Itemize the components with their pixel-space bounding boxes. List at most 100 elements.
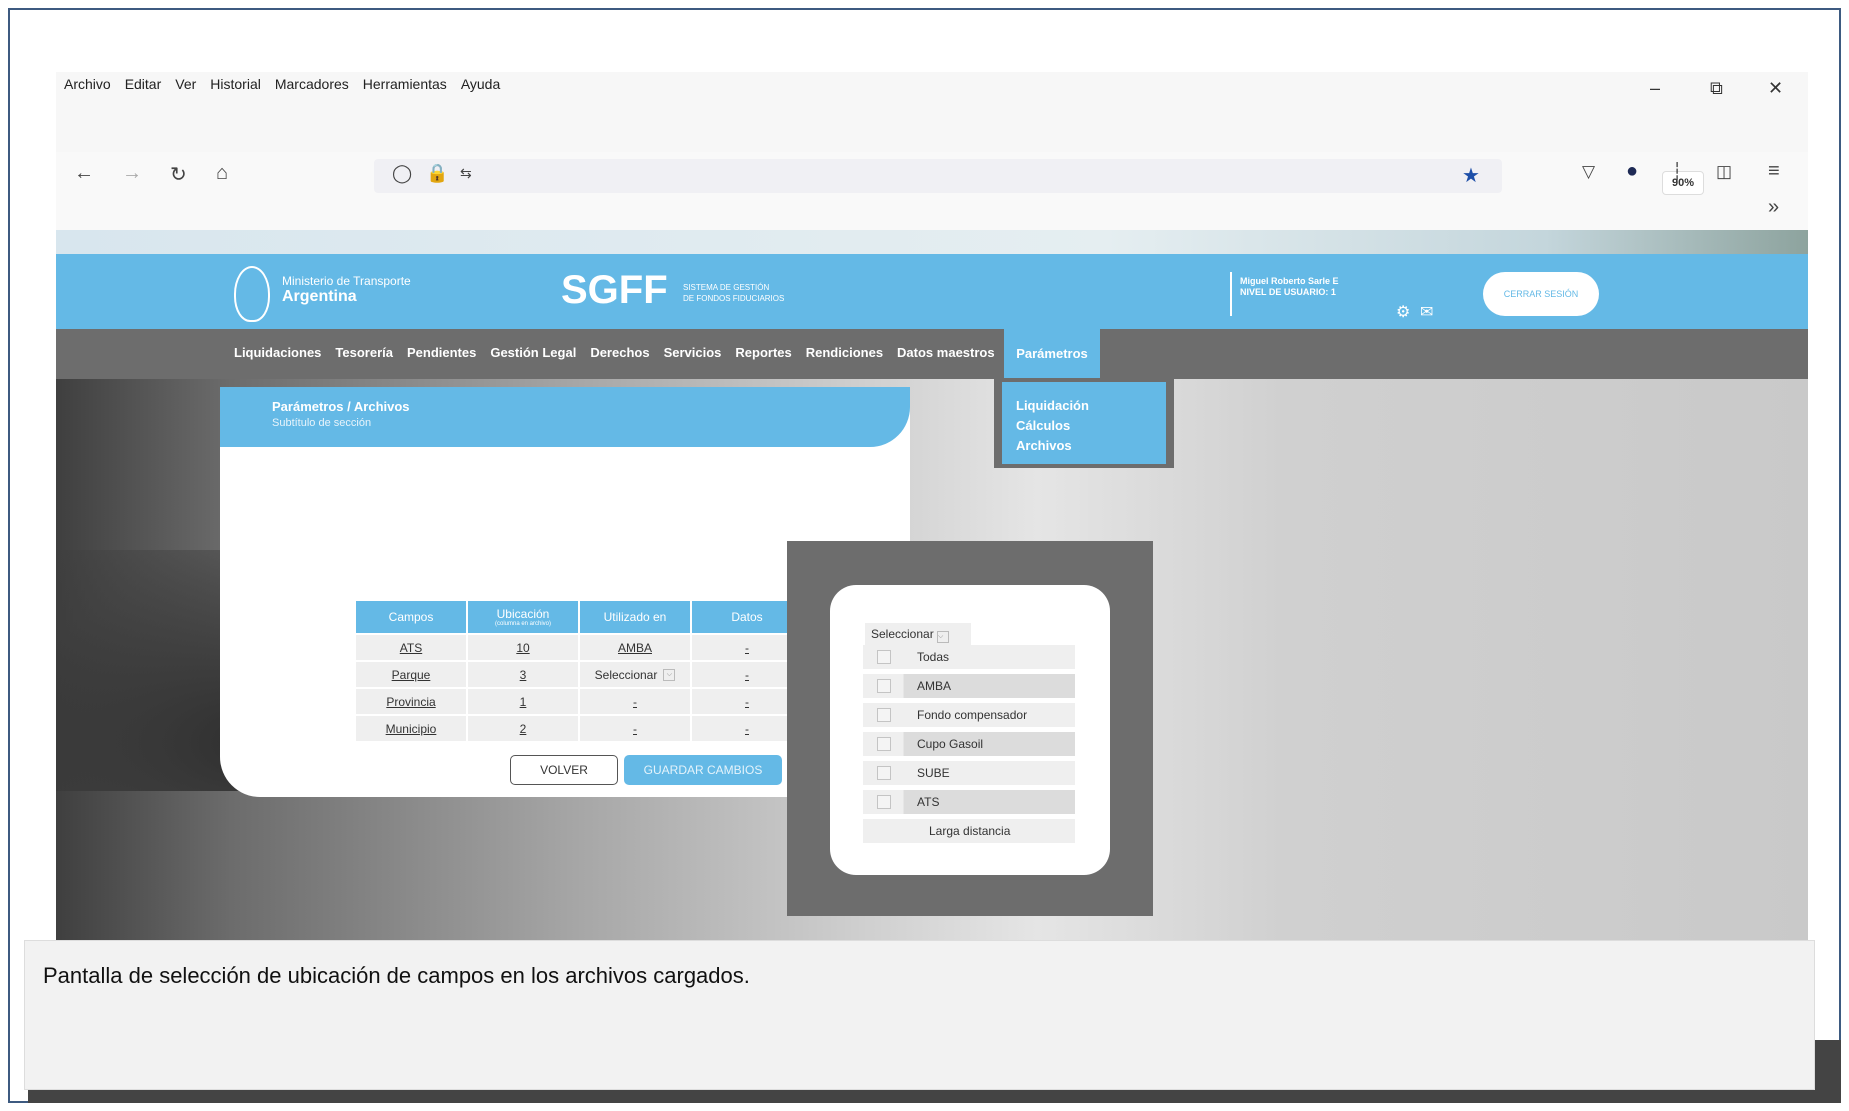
checkbox[interactable] — [877, 650, 891, 664]
used-in-link[interactable]: - — [633, 722, 637, 736]
library-icon[interactable]: ┆ — [1672, 162, 1682, 182]
used-in-cell[interactable]: AMBA — [580, 635, 690, 660]
used-in-dropdown[interactable]: Seleccionar ⌵ — [595, 668, 676, 682]
back-button[interactable]: VOLVER — [510, 755, 618, 785]
close-icon[interactable]: ✕ — [1768, 78, 1783, 99]
data-cell[interactable]: - — [692, 635, 802, 660]
used-in-link[interactable]: - — [633, 695, 637, 709]
header-campos: Campos — [356, 601, 466, 633]
reload-icon[interactable]: ↻ — [170, 162, 187, 187]
save-changes-button[interactable]: GUARDAR CAMBIOS — [624, 755, 782, 785]
menu-archivo[interactable]: Archivo — [64, 76, 111, 92]
option-larga-distancia[interactable]: Larga distancia — [863, 819, 1075, 843]
menu-editar[interactable]: Editar — [125, 76, 162, 92]
url-bar[interactable]: ◯ 🔒 ⇆ 90% ★ — [374, 159, 1704, 195]
account-icon[interactable]: ● — [1626, 160, 1638, 183]
data-link[interactable]: - — [745, 668, 749, 682]
location-link[interactable]: 10 — [516, 641, 529, 655]
option-amba[interactable]: AMBA — [863, 674, 1075, 698]
nav-datos-maestros[interactable]: Datos maestros — [897, 345, 995, 360]
nav-rendiciones[interactable]: Rendiciones — [806, 345, 883, 360]
option-todas[interactable]: Todas — [863, 645, 1075, 669]
field-cell[interactable]: Municipio — [356, 716, 466, 741]
field-cell[interactable]: Provincia — [356, 689, 466, 714]
nav-derechos[interactable]: Derechos — [590, 345, 649, 360]
card-body-curve — [220, 447, 910, 507]
location-link[interactable]: 3 — [520, 668, 527, 682]
header-background — [56, 230, 1808, 254]
location-cell[interactable]: 2 — [468, 716, 578, 741]
checkbox[interactable] — [877, 679, 891, 693]
data-link[interactable]: - — [745, 641, 749, 655]
nav-servicios[interactable]: Servicios — [664, 345, 722, 360]
option-sube[interactable]: SUBE — [863, 761, 1075, 785]
lock-icon[interactable]: 🔒 — [426, 163, 448, 184]
option-cupo-gasoil[interactable]: Cupo Gasoil — [863, 732, 1075, 756]
submenu-calculos[interactable]: Cálculos — [1016, 416, 1166, 436]
settings-icon[interactable]: ⚙ — [1396, 302, 1410, 322]
parametros-dropdown: Liquidación Cálculos Archivos — [994, 378, 1174, 468]
logout-button[interactable]: CERRAR SESIÓN — [1483, 272, 1599, 316]
popup-select[interactable]: Seleccionar ⌵ — [865, 623, 971, 645]
location-link[interactable]: 2 — [520, 722, 527, 736]
mail-icon[interactable]: ✉ — [1420, 302, 1433, 322]
nav-liquidaciones[interactable]: Liquidaciones — [234, 345, 321, 360]
overflow-icon[interactable]: » — [1768, 196, 1779, 219]
checkbox[interactable] — [877, 708, 891, 722]
field-link[interactable]: Parque — [392, 668, 431, 682]
nav-reportes[interactable]: Reportes — [735, 345, 791, 360]
location-cell[interactable]: 1 — [468, 689, 578, 714]
nav-pendientes[interactable]: Pendientes — [407, 345, 476, 360]
forward-icon[interactable]: → — [122, 162, 142, 185]
checkbox[interactable] — [877, 766, 891, 780]
frame-shadow-bottom — [28, 1090, 1841, 1103]
hamburger-menu-icon[interactable]: ≡ — [1768, 160, 1780, 183]
restore-icon[interactable]: ⧉ — [1710, 78, 1723, 99]
location-cell[interactable]: 3 — [468, 662, 578, 687]
option-fondo-compensador[interactable]: Fondo compensador — [863, 703, 1075, 727]
data-link[interactable]: - — [745, 722, 749, 736]
field-cell[interactable]: Parque — [356, 662, 466, 687]
nav-gestion-legal[interactable]: Gestión Legal — [490, 345, 576, 360]
location-cell[interactable]: 10 — [468, 635, 578, 660]
data-link[interactable]: - — [745, 695, 749, 709]
shield-icon[interactable]: ◯ — [392, 163, 412, 184]
data-cell[interactable]: - — [692, 662, 802, 687]
checkbox[interactable] — [877, 795, 891, 809]
used-in-cell[interactable]: - — [580, 716, 690, 741]
option-label: Larga distancia — [929, 824, 1011, 838]
minimize-icon[interactable]: – — [1650, 78, 1660, 99]
field-cell[interactable]: ATS — [356, 635, 466, 660]
field-link[interactable]: Provincia — [386, 695, 435, 709]
menu-historial[interactable]: Historial — [210, 76, 261, 92]
used-in-cell[interactable]: - — [580, 689, 690, 714]
back-icon[interactable]: ← — [74, 162, 94, 185]
used-in-link[interactable]: AMBA — [618, 641, 652, 655]
menu-ver[interactable]: Ver — [175, 76, 196, 92]
sidebar-icon[interactable]: ◫ — [1716, 162, 1732, 182]
field-link[interactable]: ATS — [400, 641, 422, 655]
menu-herramientas[interactable]: Herramientas — [363, 76, 447, 92]
breadcrumb: Parámetros / Archivos — [272, 399, 410, 414]
submenu-liquidacion[interactable]: Liquidación — [1016, 396, 1166, 416]
table-header-row: Campos Ubicación (columna en archivo) Uti… — [356, 601, 802, 633]
zoom-level[interactable]: 90% — [1662, 171, 1704, 195]
menu-marcadores[interactable]: Marcadores — [275, 76, 349, 92]
option-ats[interactable]: ATS — [863, 790, 1075, 814]
chevron-down-icon[interactable]: ⌵ — [937, 631, 950, 643]
chevron-down-icon[interactable]: ⌵ — [663, 668, 676, 681]
submenu-archivos[interactable]: Archivos — [1016, 436, 1166, 456]
data-cell[interactable]: - — [692, 689, 802, 714]
checkbox[interactable] — [877, 737, 891, 751]
star-icon[interactable]: ★ — [1462, 163, 1480, 188]
location-link[interactable]: 1 — [520, 695, 527, 709]
field-link[interactable]: Municipio — [386, 722, 437, 736]
permissions-icon[interactable]: ⇆ — [460, 165, 472, 182]
data-cell[interactable]: - — [692, 716, 802, 741]
menu-ayuda[interactable]: Ayuda — [461, 76, 500, 92]
nav-parametros[interactable]: Parámetros — [1004, 329, 1100, 379]
nav-tesoreria[interactable]: Tesorería — [335, 345, 393, 360]
pocket-icon[interactable]: ▽ — [1582, 162, 1595, 182]
used-in-select[interactable]: Seleccionar ⌵ — [580, 662, 690, 687]
home-icon[interactable]: ⌂ — [216, 162, 228, 185]
